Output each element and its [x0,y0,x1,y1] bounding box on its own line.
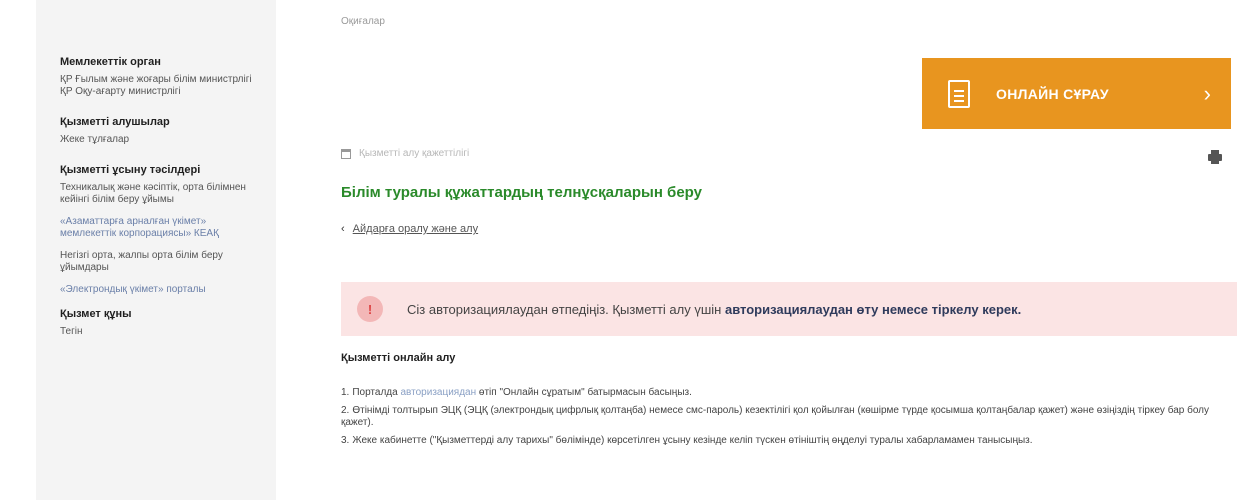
sidebar-recipients-text: Жеке тұлғалар [60,134,130,145]
page-title: Білім туралы құжаттардың телнұсқаларын б… [341,184,702,201]
alert-icon: ! [357,296,383,322]
alert-login-link[interactable]: авторизациялаудан өту немесе тіркелу кер… [725,302,1021,317]
chevron-right-icon: › [1203,80,1211,106]
online-request-label: ОНЛАЙН СҰРАУ [996,85,1109,102]
auth-alert: ! Сіз авторизациялаудан өтпедіңіз. Қызме… [341,282,1237,336]
document-icon [948,79,970,108]
section-title: Қызметті онлайн алу [341,352,456,364]
meta-row: Қызметті алу қажеттілігі [341,148,469,159]
sidebar-method-item[interactable]: «Азаматтарға арналған үкімет» мемлекетті… [60,216,260,240]
meta-text: Қызметті алу қажеттілігі [359,148,470,159]
sidebar-methods-heading: Қызметті ұсыну тәсілдері [60,164,201,176]
sidebar-org-heading: Мемлекеттік орган [60,56,161,68]
sidebar-term-heading: Қызмет құны [60,308,132,320]
online-request-button[interactable]: ОНЛАЙН СҰРАУ › [922,58,1231,129]
alert-text-plain: Сіз авторизациялаудан өтпедіңіз. Қызметт… [407,301,725,317]
sidebar-term-text: Тегін [60,326,83,337]
back-arrow-icon: ‹ [341,223,345,235]
alert-text: Сіз авторизациялаудан өтпедіңіз. Қызметт… [407,302,1021,317]
list-item: 3. Жеке кабинетте ("Қызметтерді алу тарих… [341,435,1033,446]
sidebar-method-item: Техникалық және кәсіптік, орта білімнен … [60,182,246,205]
auth-link[interactable]: авторизациядан [400,387,476,398]
sidebar-org-text: ҚР Ғылым және жоғары білім министрлігі Қ… [60,74,252,97]
sidebar-method-item[interactable]: «Электрондық үкімет» порталы [60,284,260,296]
calendar-icon [341,148,351,159]
back-link[interactable]: ‹ Айдарға оралу және алу [341,223,478,235]
breadcrumb[interactable]: Оқиғалар [341,16,385,27]
back-link-text[interactable]: Айдарға оралу және алу [353,223,478,235]
list-item: 1. Порталда авторизациядан өтіп "Онлайн с… [341,387,692,398]
print-icon[interactable] [1208,150,1222,164]
sidebar-recipients-heading: Қызметті алушылар [60,116,170,128]
list-item: 2. Өтінімді толтырып ЭЦҚ (ЭЦҚ (электронды… [341,405,1209,428]
sidebar: Мемлекеттік орган ҚР Ғылым және жоғары б… [36,0,276,500]
sidebar-method-item: Негізгі орта, жалпы орта білім беру ұйым… [60,250,223,273]
steps-list: 1. Порталда авторизациядан өтіп "Онлайн с… [341,387,1231,453]
